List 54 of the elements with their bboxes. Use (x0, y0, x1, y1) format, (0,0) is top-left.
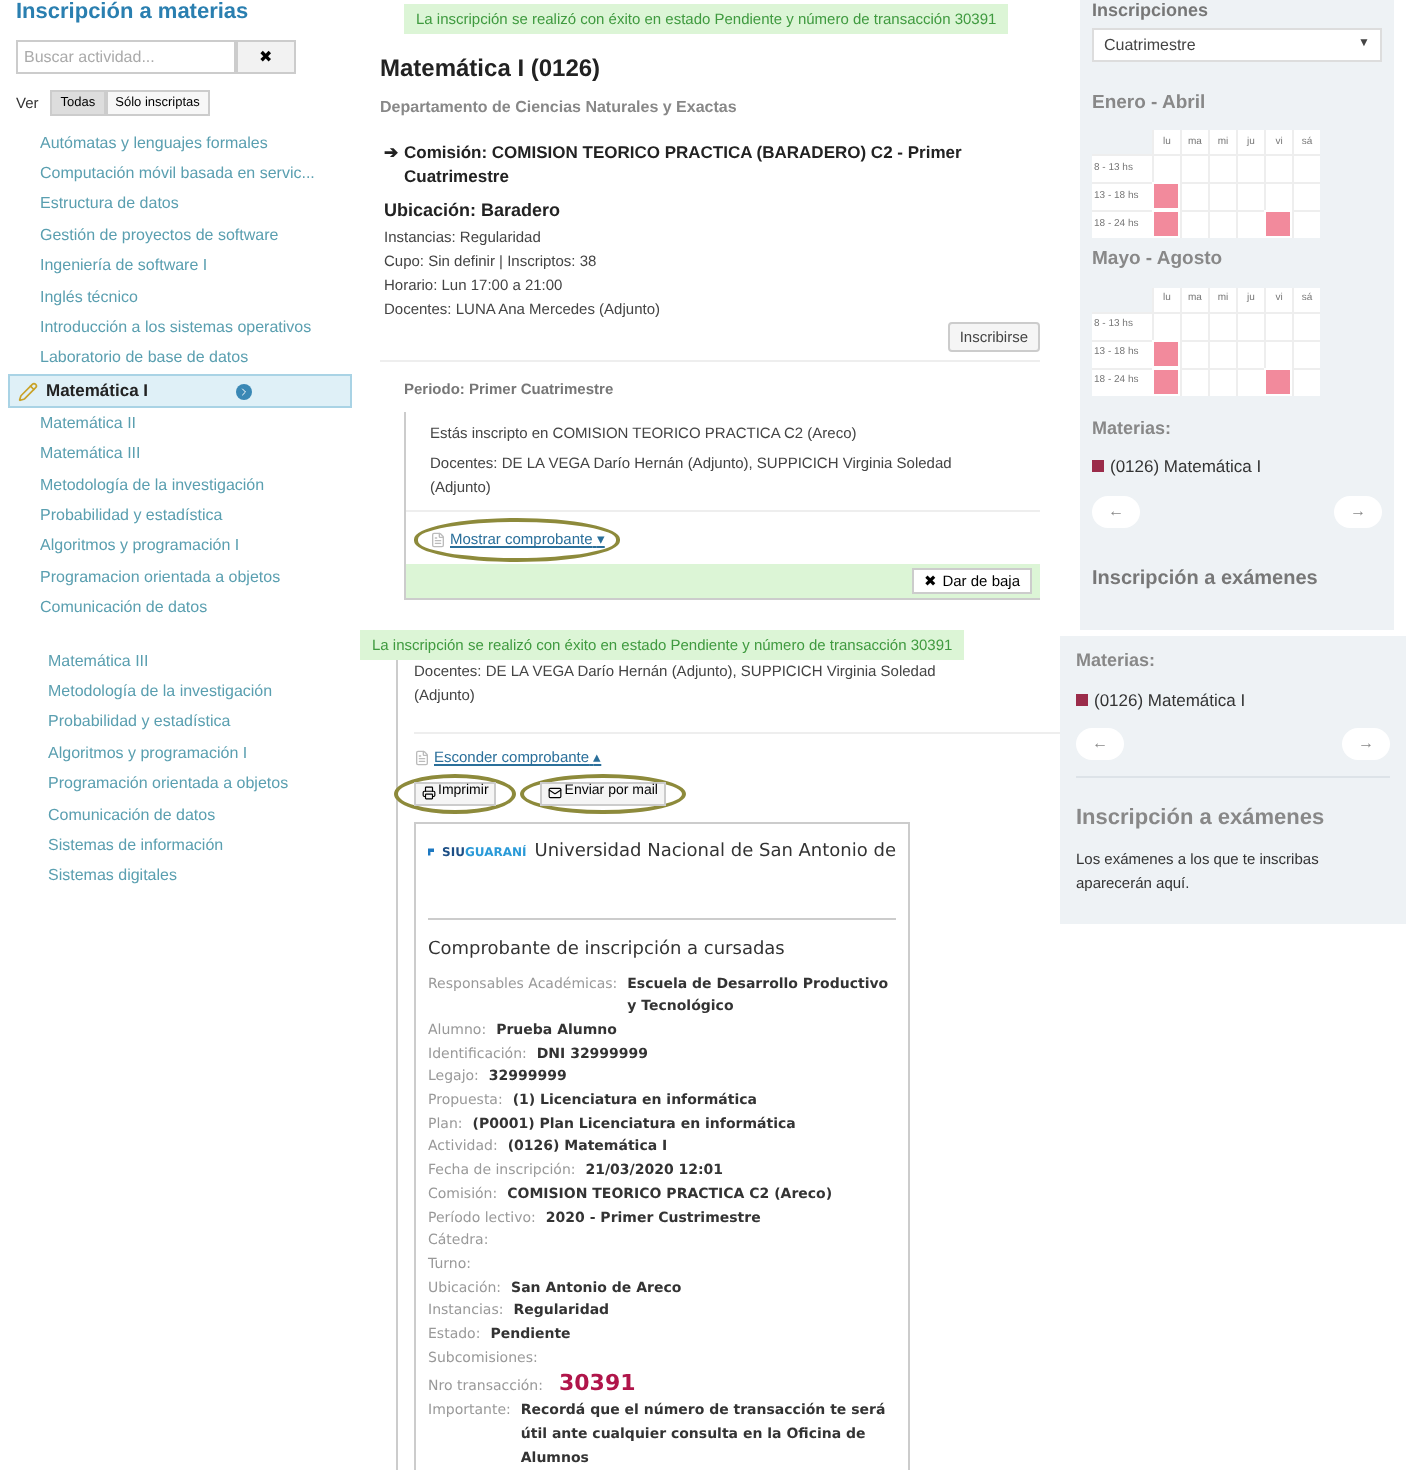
section-label: Materias: (1092, 415, 1174, 441)
subject-item[interactable]: Ingeniería de software I (16, 251, 344, 282)
calendar-title: Enero - Abril (1092, 90, 1208, 118)
subject-item[interactable]: Comunicación de datos (24, 799, 360, 831)
panel-title: Inscripciones (1092, 0, 1211, 20)
next-button[interactable]: → (1334, 495, 1382, 528)
subject-item[interactable]: Algoritmos y programación I (24, 738, 360, 770)
pencil-icon (18, 381, 38, 402)
subject-item[interactable]: Computación móvil basada en servic... (16, 158, 344, 190)
subject-item[interactable]: Estructura de datos (16, 189, 344, 221)
legend-label: (0126) Matemática I (1094, 687, 1246, 713)
subject-item[interactable]: Probabilidad y estadística (16, 500, 344, 532)
subject-item[interactable]: Matemática III (24, 646, 360, 677)
university-name: Universidad Nacional de San Antonio de (534, 839, 896, 865)
subject-item[interactable]: Laboratorio de base de datos (16, 343, 344, 375)
subject-item[interactable]: Gestión de proyectos de software (16, 220, 344, 252)
subject-item[interactable]: Introducción a los sistemas operativos (16, 312, 344, 344)
subject-item[interactable]: Comunicación de datos (16, 592, 344, 624)
document-icon (414, 749, 430, 766)
subject-item[interactable]: Matemática I (8, 374, 352, 409)
envelope-icon (548, 786, 563, 800)
subject-item[interactable]: Sistemas digitales (24, 861, 360, 893)
subject-item[interactable]: Matemática II (16, 408, 344, 440)
subject-item[interactable]: Matemática III (16, 439, 344, 470)
subject-item[interactable]: Algoritmos y programación I (16, 531, 344, 563)
commission-title: Comisión: COMISION TEORICO PRACTICA (BARADERO) C2 - Primer Cuatrimestre (404, 140, 964, 189)
legend-label: (0126) Matemática I (1110, 454, 1262, 480)
document-icon (430, 532, 446, 548)
previous-button[interactable]: ← (1076, 728, 1124, 761)
section-label: Materias: (1076, 648, 1158, 674)
previous-button[interactable]: ← (1092, 495, 1140, 528)
panel-title: Inscripción a exámenes (1076, 804, 1327, 835)
panel-title: Inscripción a exámenes (1092, 565, 1320, 594)
subject-item[interactable]: Probabilidad y estadística (24, 707, 360, 739)
arrow-icon: ➔ (384, 140, 400, 189)
calendar-title: Mayo - Agosto (1092, 246, 1225, 275)
department-text: Departamento de Ciencias Naturales y Exactas (380, 96, 739, 121)
subject-item[interactable]: Metodología de la investigación (16, 469, 344, 501)
info-icon[interactable] (236, 383, 252, 400)
page-title: Inscripción a materias (16, 0, 251, 24)
field-value: 30391 (558, 1370, 636, 1399)
subject-item[interactable]: Metodología de la investigación (24, 676, 360, 708)
receipt-title: Comprobante de inscripción a cursadas (428, 938, 787, 964)
next-button[interactable]: → (1342, 728, 1390, 761)
subject-item[interactable]: Autómatas y lenguajes formales (16, 128, 344, 159)
printer-icon (422, 786, 436, 800)
clear-button[interactable]: ✖ (236, 40, 296, 74)
subject-item[interactable]: Programacion orientada a objetos (16, 562, 344, 593)
subject-item[interactable]: Sistemas de información (24, 830, 360, 862)
search-field[interactable]: Buscar actividad... (16, 40, 236, 74)
subject-item[interactable]: Inglés técnico (16, 281, 344, 313)
location-text: Ubicación: Baradero (382, 198, 563, 225)
subject-item[interactable]: Programación orientada a objetos (24, 769, 360, 800)
course-title: Matemática I (0126) (380, 52, 603, 87)
